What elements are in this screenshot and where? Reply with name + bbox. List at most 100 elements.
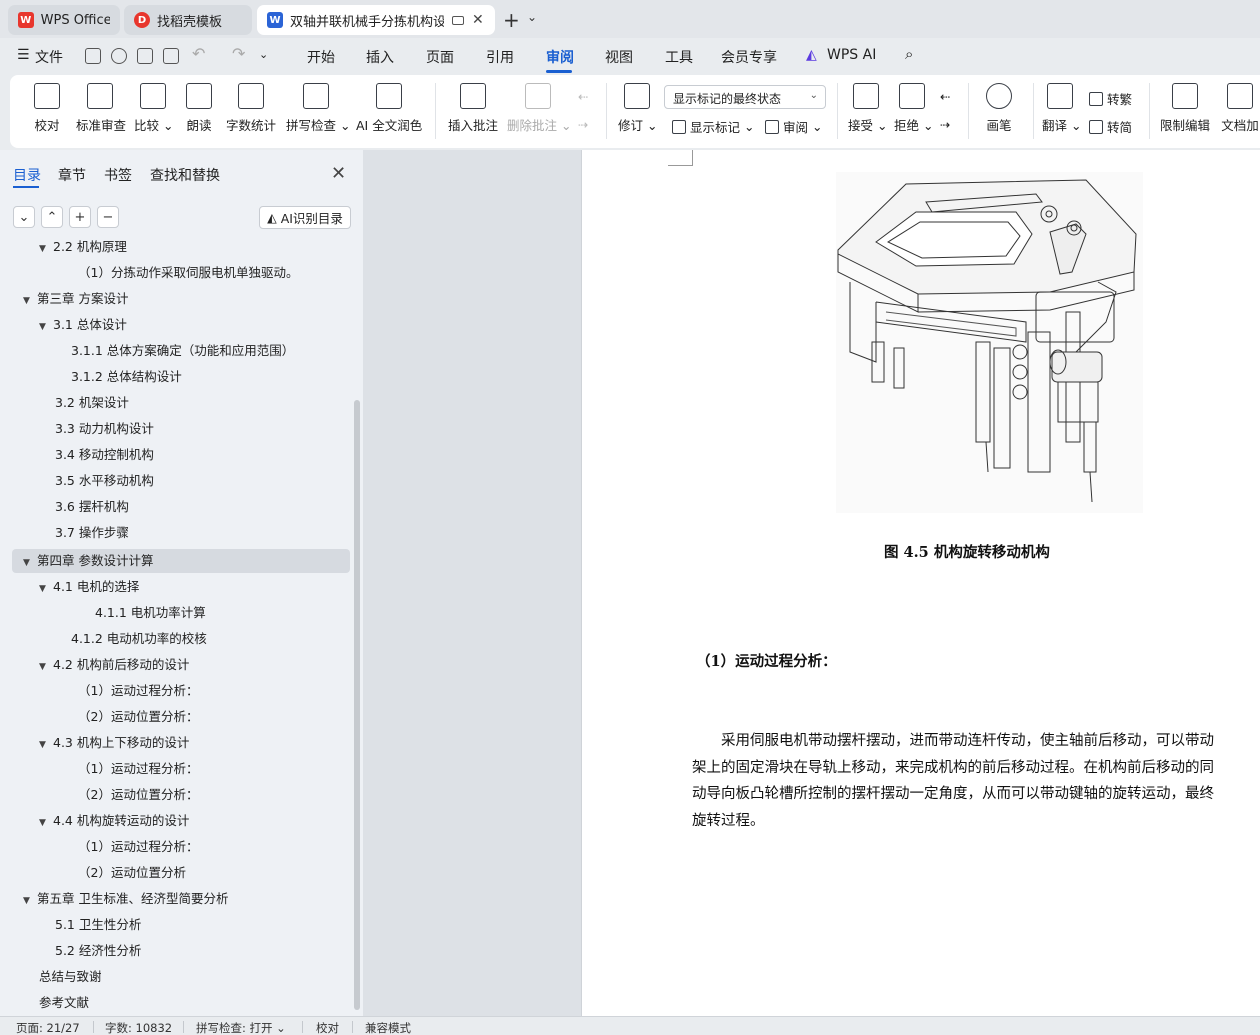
save-icon[interactable] bbox=[85, 48, 101, 64]
tab-bookmarks[interactable]: 书签 bbox=[104, 165, 132, 185]
to-simplified-button[interactable]: 转简 bbox=[1089, 117, 1132, 136]
hamburger-icon[interactable]: ☰ bbox=[17, 47, 30, 63]
toc-item[interactable]: ▼ 第三章 方案设计 bbox=[23, 288, 128, 310]
tab-docer[interactable]: D 找稻壳模板 bbox=[124, 5, 252, 35]
toc-item[interactable]: ▼ 第五章 卫生标准、经济型简要分析 bbox=[23, 888, 228, 910]
translate-button[interactable]: 翻译 ⌄ bbox=[1042, 83, 1081, 134]
toc-item[interactable]: （2）运动位置分析： bbox=[78, 706, 198, 728]
share-icon[interactable] bbox=[111, 48, 127, 64]
menu-page[interactable]: 页面 bbox=[426, 47, 454, 67]
to-traditional-button[interactable]: 转繁 bbox=[1089, 89, 1132, 108]
spell-check-status[interactable]: 拼写检查: 打开 ⌄ bbox=[196, 1020, 286, 1035]
spell-check-button[interactable]: 拼写检查 ⌄ bbox=[286, 83, 350, 134]
active-menu-underline bbox=[546, 70, 572, 73]
toc-item[interactable]: 3.6 摆杆机构 bbox=[55, 496, 129, 518]
page-indicator[interactable]: 页面: 21/27 bbox=[16, 1020, 80, 1035]
toc-item[interactable]: 3.2 机架设计 bbox=[55, 392, 129, 414]
show-markup-button[interactable]: 显示标记 ⌄ bbox=[672, 117, 754, 136]
monitor-icon[interactable] bbox=[452, 15, 464, 25]
delete-comment-button[interactable]: 删除批注 ⌄ bbox=[507, 83, 571, 134]
word-count-button[interactable]: 字数统计 bbox=[226, 83, 276, 134]
tab-toc[interactable]: 目录 bbox=[13, 165, 41, 185]
toc-item[interactable]: （2）运动位置分析 bbox=[78, 862, 186, 884]
tab-wps-office[interactable]: W WPS Office bbox=[8, 5, 120, 35]
toc-item[interactable]: ▼ 4.3 机构上下移动的设计 bbox=[39, 732, 189, 754]
toc-item[interactable]: 5.2 经济性分析 bbox=[55, 940, 141, 962]
more-chevron-icon[interactable]: ⌄ bbox=[259, 48, 268, 61]
toc-item[interactable]: 4.1.1 电机功率计算 bbox=[95, 602, 206, 624]
menu-view[interactable]: 视图 bbox=[605, 47, 633, 67]
menu-tools[interactable]: 工具 bbox=[665, 47, 693, 67]
toc-item[interactable]: 3.3 动力机构设计 bbox=[55, 418, 154, 440]
tab-find-replace[interactable]: 查找和替换 bbox=[150, 165, 220, 185]
tab-document[interactable]: W 双轴并联机械手分拣机构设计 ✕ bbox=[257, 5, 495, 35]
toc-item[interactable]: 5.1 卫生性分析 bbox=[55, 914, 141, 936]
word-count-indicator[interactable]: 字数: 10832 bbox=[105, 1020, 172, 1035]
restrict-edit-button[interactable]: 限制编辑 bbox=[1160, 83, 1210, 134]
compare-button[interactable]: 比较 ⌄ bbox=[134, 83, 173, 134]
toc-item[interactable]: （2）运动位置分析： bbox=[78, 784, 198, 806]
menu-review[interactable]: 审阅 bbox=[546, 47, 574, 67]
toc-item[interactable]: 3.5 水平移动机构 bbox=[55, 470, 154, 492]
review-pane-button[interactable]: 审阅 ⌄ bbox=[765, 117, 822, 136]
toc-item[interactable]: ▼ 2.2 机构原理 bbox=[39, 240, 127, 258]
body-paragraph: 采用伺服电机带动摆杆摆动，进而带动连杆传动，使主轴前后移动，可以带动 架上的固定… bbox=[692, 728, 1260, 834]
pen-button[interactable]: 画笔 bbox=[986, 83, 1012, 134]
toc-item[interactable]: ▼ 4.2 机构前后移动的设计 bbox=[39, 654, 189, 676]
chevron-down-icon[interactable]: ⌄ bbox=[527, 10, 537, 24]
next-change-icon[interactable]: ⇢ bbox=[940, 117, 950, 132]
menu-home[interactable]: 开始 bbox=[307, 47, 335, 67]
next-comment-icon[interactable]: ⇢ bbox=[578, 117, 588, 132]
insert-comment-button[interactable]: 插入批注 bbox=[448, 83, 498, 134]
toc-item[interactable]: （1）运动过程分析： bbox=[78, 836, 198, 858]
menu-insert[interactable]: 插入 bbox=[366, 47, 394, 67]
undo-icon[interactable]: ↶ bbox=[192, 44, 205, 63]
prev-change-icon[interactable]: ⇠ bbox=[940, 89, 950, 104]
review-pane-icon bbox=[765, 119, 779, 134]
toc-item[interactable]: 4.1.2 电动机功率的校核 bbox=[71, 628, 207, 650]
prev-comment-icon[interactable]: ⇠ bbox=[578, 89, 588, 104]
toc-item[interactable]: 3.1.2 总体结构设计 bbox=[71, 366, 182, 388]
toc-scrollbar[interactable] bbox=[354, 400, 360, 1010]
toc-item[interactable]: （1）运动过程分析： bbox=[78, 758, 198, 780]
toc-item[interactable]: ▼ 4.4 机构旋转运动的设计 bbox=[39, 810, 189, 832]
menu-references[interactable]: 引用 bbox=[486, 47, 514, 67]
menu-wps-ai[interactable]: WPS AI bbox=[827, 47, 876, 63]
reject-button[interactable]: 拒绝 ⌄ bbox=[894, 83, 933, 134]
toc-item[interactable]: 3.1.1 总体方案确定（功能和应用范围） bbox=[71, 340, 294, 362]
search-icon[interactable]: ⌕ bbox=[905, 45, 913, 63]
print-preview-icon[interactable] bbox=[163, 48, 179, 64]
doc-encrypt-button[interactable]: 文档加 bbox=[1220, 83, 1260, 134]
print-icon[interactable] bbox=[137, 48, 153, 64]
toc-item-selected[interactable]: ▼ 第四章 参数设计计算 bbox=[23, 550, 153, 572]
markup-display-select[interactable]: 显示标记的最终状态 ⌄ bbox=[664, 85, 826, 109]
expand-all-icon[interactable]: ⌄ bbox=[13, 206, 35, 228]
ribbon-separator bbox=[1149, 83, 1150, 139]
toc-item[interactable]: ▼ 3.1 总体设计 bbox=[39, 314, 127, 336]
add-heading-icon[interactable]: + bbox=[69, 206, 91, 228]
tab-sections[interactable]: 章节 bbox=[58, 165, 86, 185]
proofread-button[interactable]: 校对 bbox=[34, 83, 60, 134]
toc-item[interactable]: （1）分拣动作采取伺服电机单独驱动。 bbox=[78, 262, 298, 284]
redo-icon[interactable]: ↷ bbox=[232, 44, 245, 63]
toc-item[interactable]: （1）运动过程分析： bbox=[78, 680, 198, 702]
toc-item[interactable]: 参考文献 bbox=[39, 992, 89, 1014]
accept-button[interactable]: 接受 ⌄ bbox=[848, 83, 887, 134]
toc-item[interactable]: 3.4 移动控制机构 bbox=[55, 444, 154, 466]
read-aloud-button[interactable]: 朗读 bbox=[186, 83, 212, 134]
toc-item[interactable]: 3.7 操作步骤 bbox=[55, 522, 129, 544]
new-tab-icon[interactable]: + bbox=[503, 8, 520, 32]
track-changes-button[interactable]: 修订 ⌄ bbox=[618, 83, 657, 134]
menu-member[interactable]: 会员专享 bbox=[721, 47, 777, 67]
close-tab-icon[interactable]: ✕ bbox=[472, 12, 484, 28]
ai-toc-button[interactable]: ◭ AI识别目录 bbox=[259, 206, 351, 229]
toc-item[interactable]: 总结与致谢 bbox=[39, 966, 102, 988]
proofread-status[interactable]: 校对 bbox=[316, 1020, 339, 1035]
remove-heading-icon[interactable]: − bbox=[97, 206, 119, 228]
ai-polish-button[interactable]: AI 全文润色 bbox=[356, 83, 422, 134]
collapse-all-icon[interactable]: ⌃ bbox=[41, 206, 63, 228]
toc-item[interactable]: ▼ 4.1 电机的选择 bbox=[39, 576, 139, 598]
close-icon[interactable]: ✕ bbox=[331, 163, 346, 184]
menu-file[interactable]: 文件 bbox=[35, 47, 63, 67]
standard-review-button[interactable]: 标准审查 bbox=[76, 83, 126, 134]
